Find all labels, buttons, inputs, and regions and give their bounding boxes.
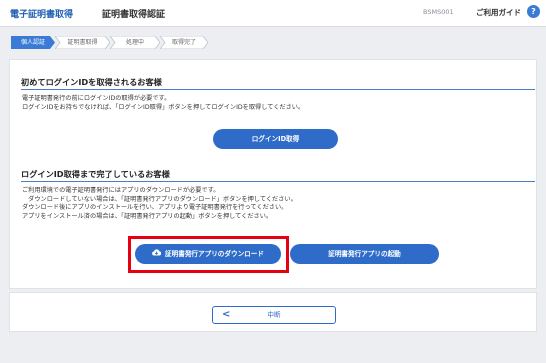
step-label: 証明書取得	[67, 39, 98, 46]
step-personal-auth: 個人認証	[11, 36, 55, 49]
login-id-get-button[interactable]: ログインID取得	[213, 129, 338, 149]
step-certificate-get: 証明書取得	[55, 36, 110, 49]
app-title: 電子証明書取得	[10, 10, 74, 20]
step-label: 処理中	[125, 39, 144, 46]
section-divider	[21, 89, 535, 90]
section-existing-user-text-3: ダウンロード後にアプリのインストールを行い、アプリより電子証明書発行を行ってくだ…	[22, 204, 288, 211]
chevron-left-icon: <	[222, 309, 231, 320]
highlight-frame	[128, 236, 289, 273]
section-new-user-text-1: 電子証明書発行の前にログインIDの取得が必要です。	[22, 95, 171, 102]
section-new-user-heading: 初めてログインIDを取得されるお客様	[21, 77, 162, 87]
section-new-user-text-2: ログインIDをお持ちでなければ、「ログインID取得」ボタンを押してログインIDを…	[22, 104, 305, 111]
app-header: 電子証明書取得 証明書取得認証 BSMS001 ご利用ガイド ?	[0, 0, 546, 27]
screen-id: BSMS001	[423, 8, 454, 16]
section-existing-user-text-4: アプリをインストール済の場合は、「証明書発行アプリの起動」ボタンを押してください…	[22, 212, 273, 220]
help-guide-link[interactable]: ご利用ガイド	[476, 7, 521, 18]
step-label: 個人認証	[20, 39, 45, 46]
step-complete: 取得完了	[160, 36, 208, 49]
launch-app-button[interactable]: 証明書発行アプリの起動	[290, 244, 439, 264]
cancel-button[interactable]: < 中断	[212, 306, 336, 324]
page-title: 証明書取得認証	[102, 10, 166, 20]
step-processing: 処理中	[110, 36, 160, 49]
section-existing-user-heading: ログインID取得まで完了しているお客様	[21, 169, 170, 179]
help-icon[interactable]: ?	[527, 5, 540, 18]
section-divider	[21, 181, 535, 182]
section-existing-user-text-1: ご利用環境での電子証明書発行にはアプリのダウンロードが必要です。	[22, 187, 220, 194]
step-label: 取得完了	[171, 39, 196, 46]
section-existing-user-text-2: ダウンロードしていない場合は、「証明書発行アプリのダウンロード」ボタンを押してく…	[22, 195, 297, 203]
cancel-label: 中断	[267, 311, 281, 319]
